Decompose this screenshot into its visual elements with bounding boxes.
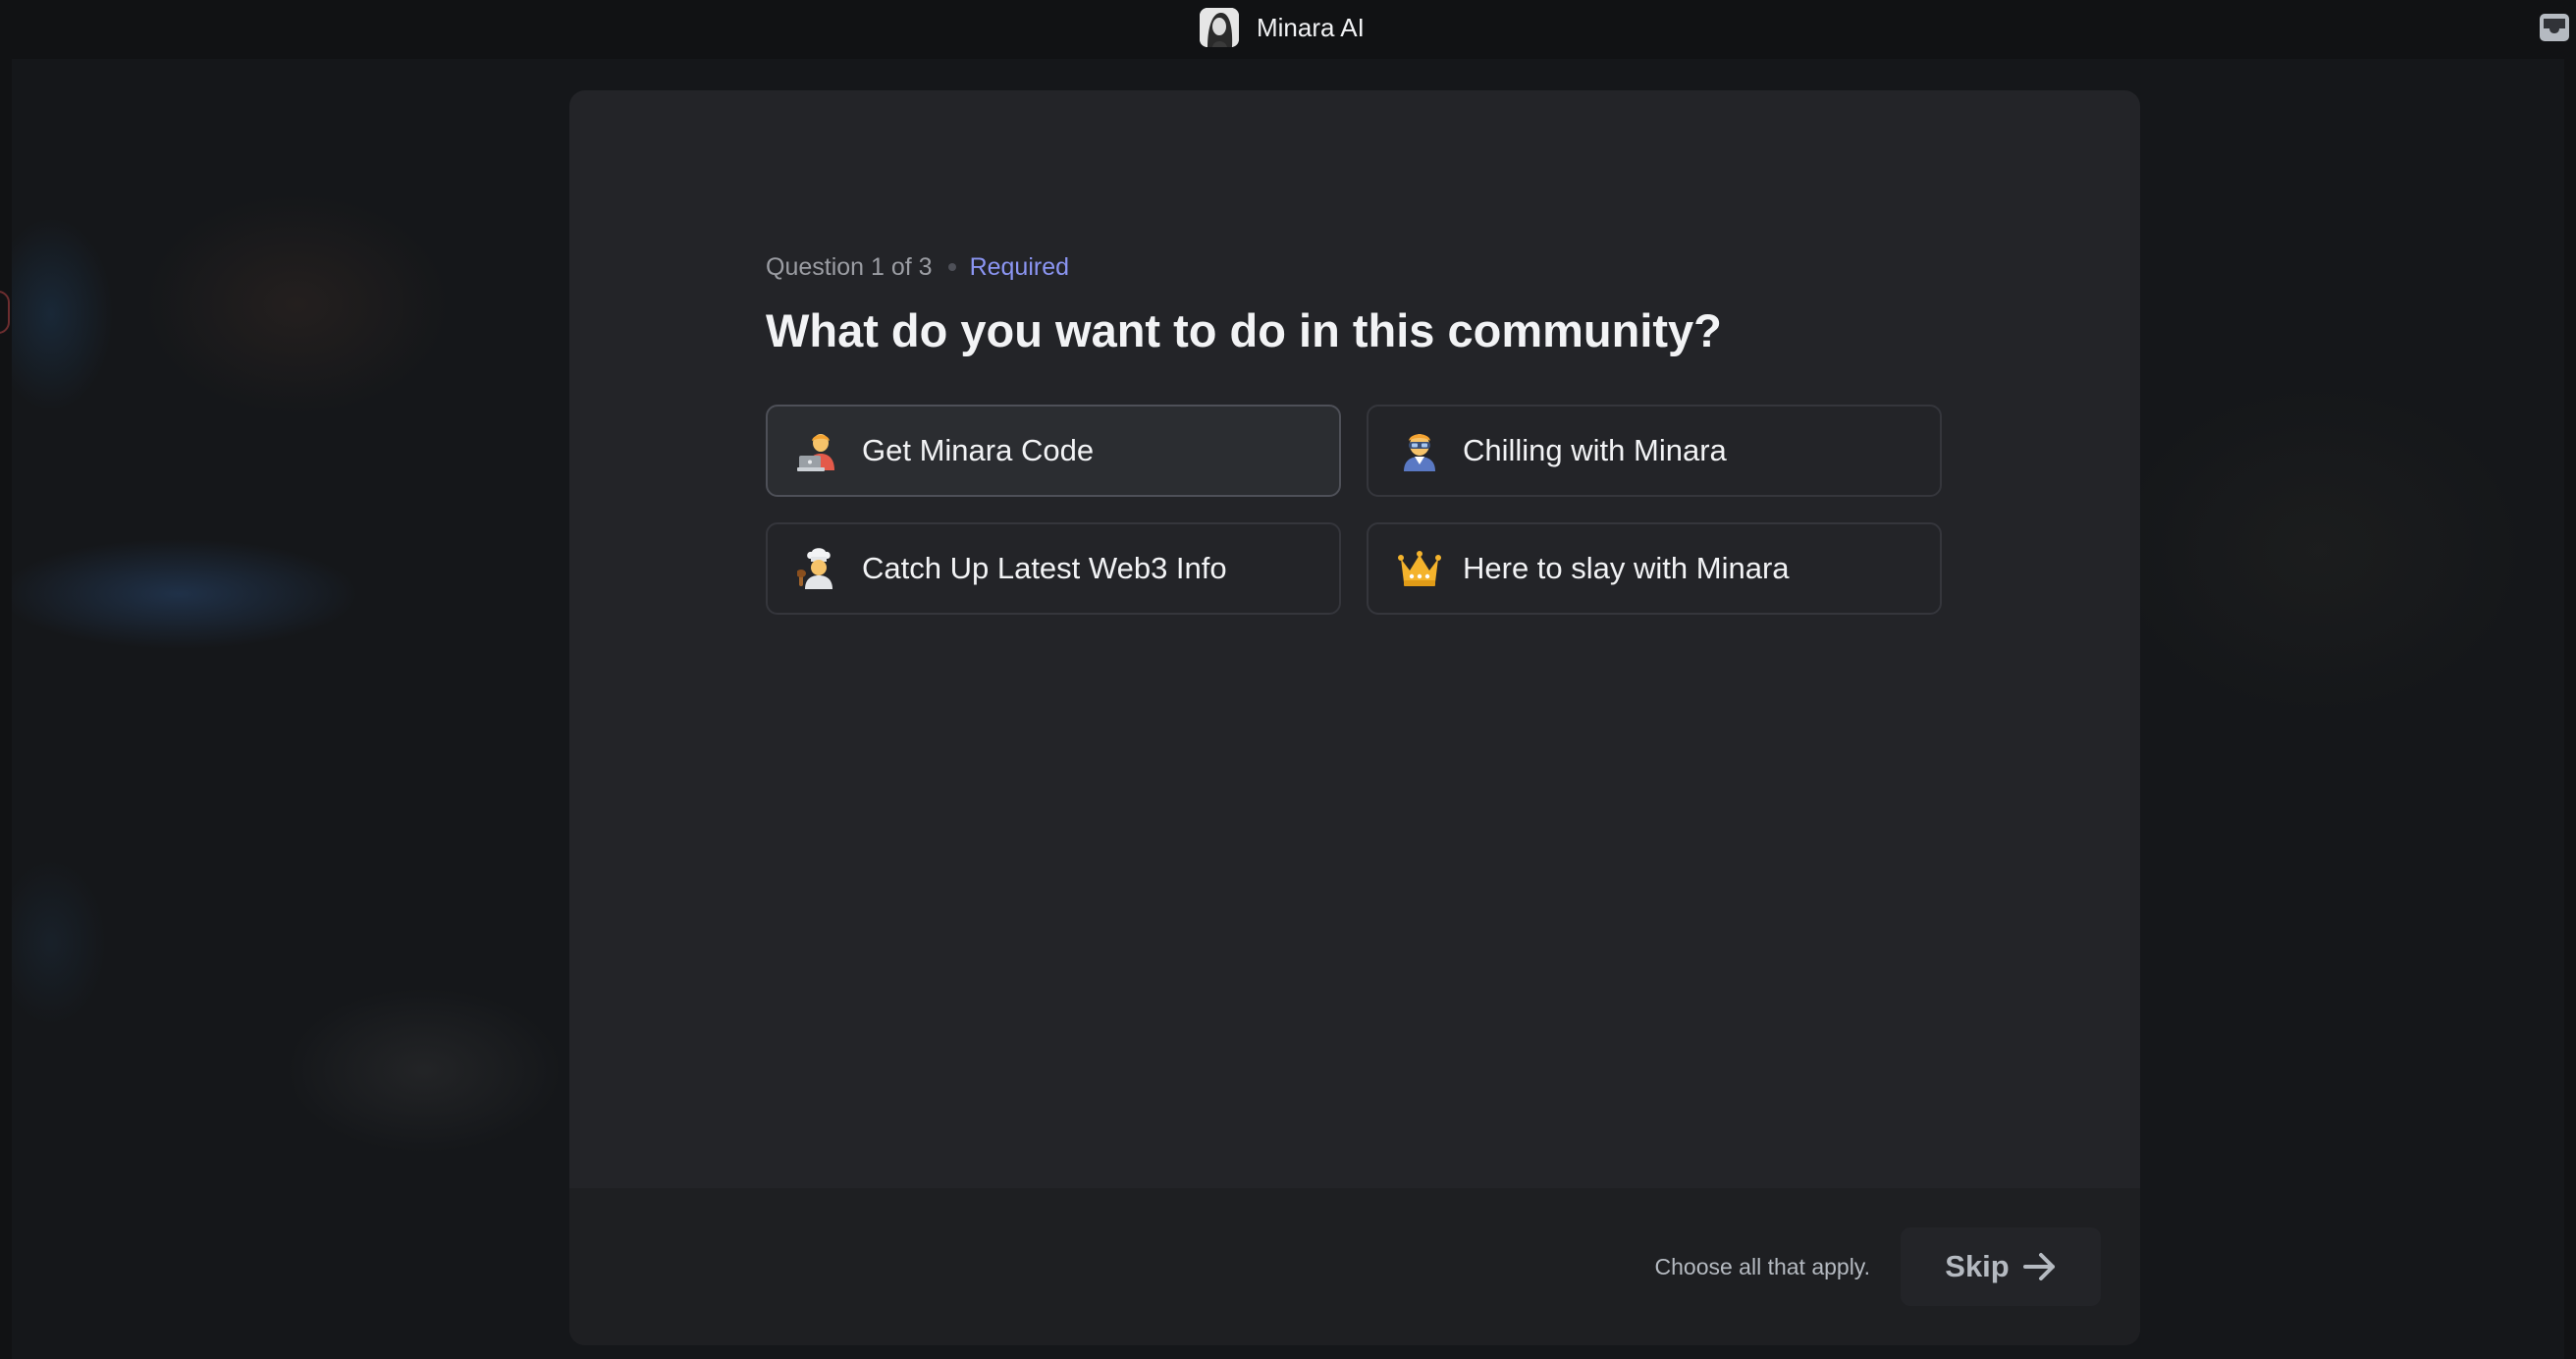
- skip-label: Skip: [1945, 1249, 2010, 1283]
- question-meta: Question 1 of 3 Required: [766, 247, 1944, 287]
- option-label: Here to slay with Minara: [1463, 551, 1790, 585]
- option-label: Chilling with Minara: [1463, 433, 1727, 467]
- arrow-right-icon: [2022, 1253, 2055, 1280]
- server-identity: Minara AI: [1200, 8, 1365, 47]
- option-get-minara-code[interactable]: Get Minara Code: [766, 405, 1341, 497]
- cook-emoji: [797, 548, 832, 589]
- answer-options: Get Minara Code Chilling with Minara Cat…: [766, 405, 1944, 615]
- server-avatar: [1200, 8, 1239, 47]
- server-name: Minara AI: [1257, 13, 1365, 42]
- question-title: What do you want to do in this community…: [766, 304, 1722, 356]
- option-label: Catch Up Latest Web3 Info: [862, 551, 1227, 585]
- app-root: Minara AI Question 1 of 3 Required What …: [0, 0, 2576, 1359]
- top-bar: Minara AI: [0, 0, 2576, 57]
- technologist-emoji: [797, 434, 834, 471]
- inbox-icon: [2540, 14, 2569, 41]
- crown-emoji: [1398, 551, 1441, 586]
- edge-indicator: [0, 291, 10, 334]
- option-chilling-with-minara[interactable]: Chilling with Minara: [1367, 405, 1942, 497]
- inbox-button[interactable]: [2537, 10, 2572, 45]
- onboarding-modal: Question 1 of 3 Required What do you wan…: [569, 90, 2140, 1345]
- footer-hint: Choose all that apply.: [1654, 1254, 1871, 1279]
- question-counter: Question 1 of 3: [766, 252, 933, 281]
- question-area: Question 1 of 3 Required What do you wan…: [766, 247, 1944, 615]
- modal-footer: Choose all that apply. Skip: [569, 1188, 2140, 1345]
- ninja-emoji: [1404, 434, 1435, 471]
- meta-separator-dot: [947, 263, 956, 271]
- option-here-to-slay[interactable]: Here to slay with Minara: [1367, 522, 1942, 615]
- required-label: Required: [969, 252, 1070, 281]
- skip-button[interactable]: Skip: [1901, 1227, 2101, 1306]
- server-avatar-icon: [1200, 8, 1239, 47]
- option-catch-up-web3-info[interactable]: Catch Up Latest Web3 Info: [766, 522, 1341, 615]
- option-label: Get Minara Code: [862, 433, 1095, 467]
